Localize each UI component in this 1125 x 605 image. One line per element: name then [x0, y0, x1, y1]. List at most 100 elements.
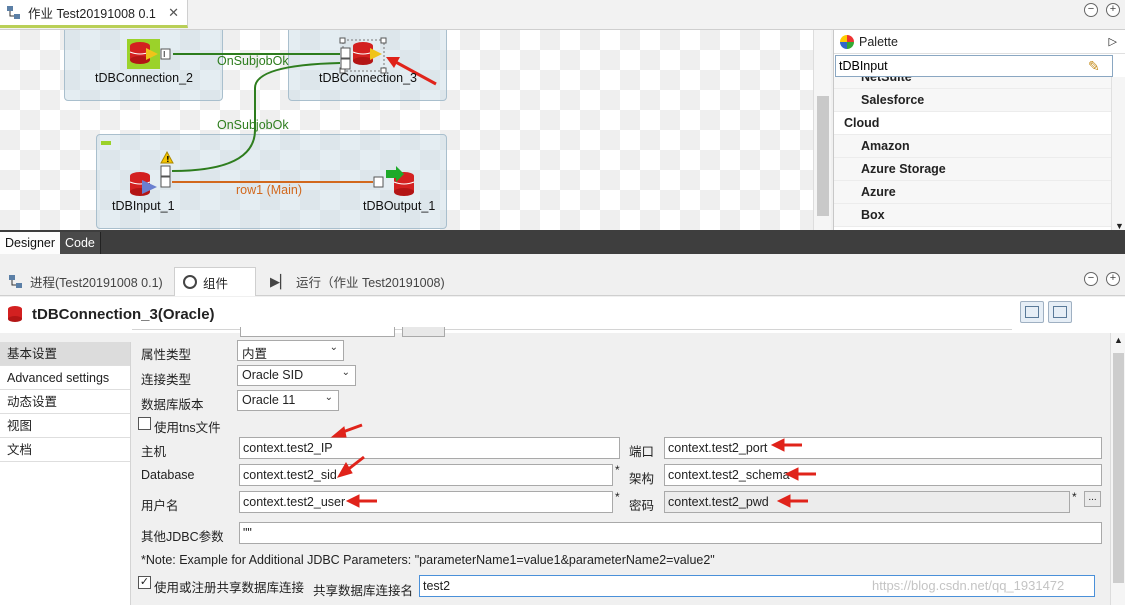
- palette-item[interactable]: Salesforce: [834, 89, 1111, 112]
- db-connection-3-label[interactable]: tDBConnection_3: [319, 71, 417, 85]
- palette-header: Palette ▷: [834, 30, 1125, 54]
- shared-name-label: 共享数据库连接名: [313, 584, 414, 598]
- jdbc-note: *Note: Example for Additional JDBC Param…: [141, 553, 715, 567]
- palette-title: Palette: [859, 34, 898, 49]
- palette-color-icon: [183, 275, 197, 289]
- onsubjob-link-mid: [171, 62, 341, 172]
- tab-run[interactable]: ▶▏ 运行（作业 Test20191008): [262, 267, 453, 296]
- use-tns-checkbox[interactable]: [138, 417, 151, 430]
- jdbc-params-input[interactable]: "": [239, 522, 1102, 544]
- nav-item[interactable]: 基本设置: [0, 342, 130, 366]
- required-mark: *: [615, 463, 620, 477]
- nav-item[interactable]: 文档: [0, 438, 130, 462]
- maximize-icon[interactable]: +: [1106, 272, 1120, 286]
- tab-component-label: 组件: [203, 276, 229, 291]
- palette-collapse-icon[interactable]: ▷: [1109, 35, 1117, 48]
- partial-field: [240, 327, 395, 337]
- palette-icon: [840, 34, 854, 49]
- palette-item[interactable]: Azure Storage: [834, 158, 1111, 181]
- db-version-select[interactable]: Oracle 11 ⌄: [237, 390, 339, 411]
- palette-item[interactable]: Azure: [834, 181, 1111, 204]
- onsubjob-label-top[interactable]: OnSubjobOk: [217, 54, 289, 68]
- layout-rows-button[interactable]: [1048, 301, 1072, 323]
- shared-conn-label: 使用或注册共享数据库连接: [154, 581, 305, 595]
- job-tab[interactable]: 作业 Test20191008 0.1 ✕: [0, 0, 188, 28]
- form-scrollbar[interactable]: ▲: [1110, 333, 1125, 605]
- jdbc-params-label: 其他JDBC参数: [141, 530, 224, 544]
- main-row-label[interactable]: row1 (Main): [236, 183, 302, 197]
- canvas-scrollbar[interactable]: [813, 30, 831, 230]
- tab-code[interactable]: Code: [60, 232, 101, 254]
- tab-component[interactable]: 组件: [174, 267, 256, 296]
- chevron-down-icon: ⌄: [324, 392, 333, 403]
- palette-scrollbar[interactable]: ▼: [1111, 77, 1125, 231]
- watermark: https://blog.csdn.net/qq_1931472: [872, 578, 1065, 593]
- job-tab-title: 作业 Test20191008 0.1: [28, 7, 156, 21]
- user-label: 用户名: [141, 499, 179, 513]
- shared-conn-checkbox[interactable]: ✓: [138, 576, 151, 589]
- db-input-1-icon: [129, 172, 157, 196]
- palette-list: NetSuite Salesforce Cloud Amazon Azure Stora…: [834, 77, 1111, 230]
- ellipsis-button[interactable]: ...: [1084, 491, 1101, 507]
- connection-type-label: 连接类型: [141, 373, 192, 387]
- connection-type-value: Oracle SID: [242, 368, 304, 382]
- palette-item[interactable]: NetSuite: [834, 77, 1111, 89]
- nav-item[interactable]: 视图: [0, 414, 130, 438]
- chevron-down-icon: ⌄: [329, 342, 338, 353]
- port-input[interactable]: context.test2_port: [664, 437, 1102, 459]
- partial-button[interactable]: [402, 327, 445, 337]
- settings-nav: 基本设置 Advanced settings 动态设置 视图 文档: [0, 342, 131, 605]
- required-mark: *: [615, 490, 620, 504]
- nav-item[interactable]: Advanced settings: [0, 366, 130, 390]
- host-label: 主机: [141, 445, 167, 459]
- chevron-down-icon: ⌄: [341, 367, 350, 378]
- designer-canvas[interactable]: I ! tDBConnection_2 tDBConnection_3 tDBI…: [0, 30, 831, 230]
- schema-input[interactable]: context.test2_schema: [664, 464, 1102, 486]
- tab-run-label: 运行（作业 Test20191008): [296, 276, 445, 290]
- db-connection-2-label[interactable]: tDBConnection_2: [95, 71, 193, 85]
- db-output-1-label[interactable]: tDBOutput_1: [363, 199, 435, 213]
- job-icon: [7, 5, 20, 19]
- database-input[interactable]: context.test2_sid: [239, 464, 613, 486]
- job-icon: [9, 274, 22, 288]
- palette-search-icon[interactable]: ✎: [1088, 58, 1100, 75]
- palette-item[interactable]: Box: [834, 204, 1111, 227]
- tab-process[interactable]: 进程(Test20191008 0.1): [0, 267, 171, 296]
- password-input[interactable]: context.test2_pwd: [664, 491, 1070, 513]
- palette-item[interactable]: Amazon: [834, 135, 1111, 158]
- db-connection-2-icon: [127, 39, 160, 69]
- nav-item[interactable]: 动态设置: [0, 390, 130, 414]
- user-input[interactable]: context.test2_user: [239, 491, 613, 513]
- host-input[interactable]: context.test2_IP: [239, 437, 620, 459]
- tab-process-label: 进程(Test20191008 0.1): [30, 276, 163, 290]
- component-title: tDBConnection_3(Oracle): [6, 305, 215, 323]
- required-mark: *: [1072, 490, 1077, 504]
- onsubjob-label-mid[interactable]: OnSubjobOk: [217, 118, 289, 132]
- minimize-icon[interactable]: −: [1084, 3, 1098, 17]
- schema-label: 架构: [629, 472, 655, 486]
- db-input-1-label[interactable]: tDBInput_1: [112, 199, 175, 213]
- palette-category[interactable]: Cloud: [834, 112, 1111, 135]
- palette-panel: Palette ▷ ✎ NetSuiteSalesforceCloudAmazo…: [833, 30, 1125, 231]
- database-label: Database: [141, 468, 195, 482]
- property-type-label: 属性类型: [141, 348, 192, 362]
- db-output-1-icon: [386, 166, 415, 196]
- component-header: tDBConnection_3(Oracle): [0, 297, 1125, 333]
- close-icon[interactable]: ✕: [168, 5, 179, 21]
- warning-icon: !: [160, 150, 174, 164]
- minimize-icon[interactable]: −: [1084, 272, 1098, 286]
- tab-designer[interactable]: Designer: [0, 232, 62, 254]
- palette-search-input[interactable]: [835, 55, 1113, 77]
- port-label: 端口: [629, 445, 655, 459]
- view-tab-bar: 进程(Test20191008 0.1) 组件 ▶▏ 运行（作业 Test201…: [0, 264, 1125, 296]
- maximize-icon[interactable]: +: [1106, 3, 1120, 17]
- scroll-up-icon: ▲: [1114, 335, 1123, 345]
- property-type-select[interactable]: 内置 ⌄: [237, 340, 344, 361]
- layout-grid-button[interactable]: [1020, 301, 1044, 323]
- connection-type-select[interactable]: Oracle SID ⌄: [237, 365, 356, 386]
- db-version-label: 数据库版本: [141, 398, 204, 412]
- db-icon: [8, 306, 22, 322]
- run-icon: ▶▏: [270, 273, 290, 289]
- property-type-value: 内置: [242, 347, 268, 361]
- svg-text:I: I: [163, 50, 165, 59]
